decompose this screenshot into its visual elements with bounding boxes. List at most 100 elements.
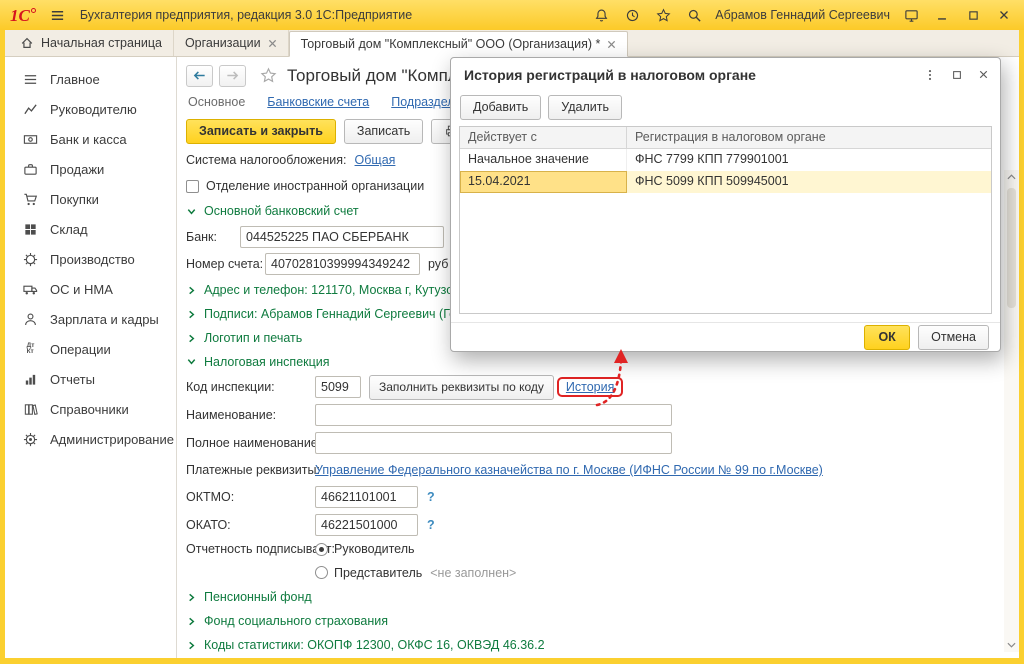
full-name-label: Полное наименование: — [186, 436, 307, 450]
line-chart-icon — [22, 102, 39, 117]
fill-by-code-button[interactable]: Заполнить реквизиты по коду — [369, 375, 554, 400]
scroll-down-icon[interactable] — [1007, 638, 1016, 652]
full-name-input[interactable] — [315, 432, 672, 454]
nav-osnovnoe[interactable]: Основное — [188, 95, 245, 109]
tab-organization-form[interactable]: Торговый дом "Комплексный" ООО (Организа… — [289, 31, 629, 57]
save-and-close-button[interactable]: Записать и закрыть — [186, 119, 336, 144]
foreign-branch-label: Отделение иностранной организации — [206, 179, 424, 193]
section-social-fund[interactable]: Фонд социального страхования — [186, 609, 1019, 633]
minimize-icon[interactable] — [932, 5, 952, 25]
save-button[interactable]: Записать — [344, 119, 423, 144]
sidebar-item-administrirovanie[interactable]: Администрирование — [5, 424, 176, 454]
favorites-star-icon[interactable] — [653, 5, 673, 25]
tab-organizations[interactable]: Организации — [174, 30, 289, 56]
sidebar-item-zarplata-kadry[interactable]: Зарплата и кадры — [5, 304, 176, 334]
scroll-up-icon[interactable] — [1007, 170, 1016, 184]
titlebar: 1С Бухгалтерия предприятия, редакция 3.0… — [0, 0, 1024, 30]
signer-head-radio[interactable] — [315, 543, 328, 556]
signer-rep-radio[interactable] — [315, 566, 328, 579]
bar-chart-icon — [22, 372, 39, 387]
person-icon — [22, 312, 39, 327]
scrollbar-thumb[interactable] — [1007, 188, 1016, 308]
cell-registration[interactable]: ФНС 7799 КПП 779901001 — [627, 149, 991, 171]
sidebar-item-proizvodstvo[interactable]: Производство — [5, 244, 176, 274]
sidebar-item-operacii[interactable]: ДтКт Операции — [5, 334, 176, 364]
nav-bank-accounts[interactable]: Банковские счета — [267, 95, 369, 109]
tab-home[interactable]: Начальная страница — [9, 30, 174, 56]
signer-head-label: Руководитель — [334, 542, 415, 556]
favorite-star-icon[interactable] — [260, 67, 277, 84]
vertical-scrollbar[interactable] — [1004, 170, 1019, 652]
cancel-button[interactable]: Отмена — [918, 325, 989, 350]
bank-label: Банк: — [186, 230, 232, 244]
close-icon[interactable] — [977, 68, 990, 81]
table-row[interactable]: Начальное значение ФНС 7799 КПП 77990100… — [460, 149, 991, 171]
section-statistics[interactable]: Коды статистики: ОКОПФ 12300, ОКФС 16, О… — [186, 633, 1019, 657]
foreign-branch-checkbox[interactable] — [186, 180, 199, 193]
inspection-code-label: Код инспекции: — [186, 380, 307, 394]
sidebar-item-otchety[interactable]: Отчеты — [5, 364, 176, 394]
service-menu-icon[interactable] — [901, 5, 921, 25]
help-icon[interactable]: ? — [427, 490, 435, 504]
oktmo-input[interactable] — [315, 486, 418, 508]
section-tax-inspection[interactable]: Налоговая инспекция — [186, 350, 1019, 373]
cell-registration[interactable]: ФНС 5099 КПП 509945001 — [627, 171, 991, 193]
chevron-right-icon — [186, 640, 197, 651]
search-icon[interactable] — [684, 5, 704, 25]
bank-input[interactable] — [240, 226, 444, 248]
sidebar-item-spravochniki[interactable]: Справочники — [5, 394, 176, 424]
tab-close-icon[interactable] — [268, 39, 277, 48]
history-icon[interactable] — [622, 5, 642, 25]
signer-label: Отчетность подписывает: — [186, 542, 307, 556]
back-button[interactable] — [186, 65, 213, 87]
section-pension-fund[interactable]: Пенсионный фонд — [186, 585, 1019, 609]
cell-date[interactable]: Начальное значение — [460, 149, 627, 171]
tab-close-icon[interactable] — [607, 40, 616, 49]
name-input[interactable] — [315, 404, 672, 426]
current-user[interactable]: Абрамов Геннадий Сергеевич — [715, 8, 890, 22]
sidebar-item-rukovoditelyu[interactable]: Руководителю — [5, 94, 176, 124]
delete-button[interactable]: Удалить — [548, 95, 622, 120]
1c-logo: 1С — [10, 7, 36, 24]
row-okato: ОКАТО: ? — [186, 511, 1019, 538]
dialog-toolbar: Добавить Удалить — [451, 91, 1000, 123]
column-header-registration[interactable]: Регистрация в налоговом органе — [627, 127, 991, 148]
form-title: Торговый дом "Компле — [287, 66, 467, 86]
signer-rep-hint: <не заполнен> — [430, 566, 516, 580]
table-row-selected[interactable]: 15.04.2021 ФНС 5099 КПП 509945001 — [460, 171, 991, 193]
sidebar-item-pokupki[interactable]: Покупки — [5, 184, 176, 214]
maximize-icon[interactable] — [963, 5, 983, 25]
sidebar-item-bank-kassa[interactable]: Банк и касса — [5, 124, 176, 154]
forward-button[interactable] — [219, 65, 246, 87]
sidebar-item-os-nma[interactable]: ОС и НМА — [5, 274, 176, 304]
sidebar-item-glavnoe[interactable]: Главное — [5, 64, 176, 94]
notifications-bell-icon[interactable] — [591, 5, 611, 25]
history-link[interactable]: История — [566, 380, 614, 394]
app-title: Бухгалтерия предприятия, редакция 3.0 1С… — [80, 8, 579, 22]
truck-icon — [22, 282, 39, 297]
ok-button[interactable]: ОК — [864, 325, 910, 350]
row-signer-representative: Представитель <не заполнен> — [186, 560, 1019, 585]
sidebar-item-sklad[interactable]: Склад — [5, 214, 176, 244]
cell-date[interactable]: 15.04.2021 — [460, 171, 627, 193]
sidebar-item-prodazhi[interactable]: Продажи — [5, 154, 176, 184]
account-number-input[interactable] — [265, 253, 420, 275]
add-button[interactable]: Добавить — [460, 95, 541, 120]
chevron-right-icon — [186, 333, 197, 344]
column-header-date[interactable]: Действует с — [460, 127, 627, 148]
chevron-right-icon — [186, 592, 197, 603]
payment-details-link[interactable]: Управление Федерального казначейства по … — [315, 463, 823, 477]
registrations-table: Действует с Регистрация в налоговом орга… — [459, 126, 992, 314]
more-icon[interactable] — [923, 68, 937, 82]
tax-system-link[interactable]: Общая — [355, 153, 396, 167]
maximize-icon[interactable] — [951, 69, 963, 81]
tab-bar: Начальная страница Организации Торговый … — [5, 30, 1019, 57]
help-icon[interactable]: ? — [427, 518, 435, 532]
gear-icon — [22, 432, 39, 447]
close-icon[interactable] — [994, 5, 1014, 25]
okato-label: ОКАТО: — [186, 518, 307, 532]
okato-input[interactable] — [315, 514, 418, 536]
inspection-code-input[interactable] — [315, 376, 361, 398]
chevron-right-icon — [186, 285, 197, 296]
main-menu-icon[interactable] — [48, 5, 68, 25]
